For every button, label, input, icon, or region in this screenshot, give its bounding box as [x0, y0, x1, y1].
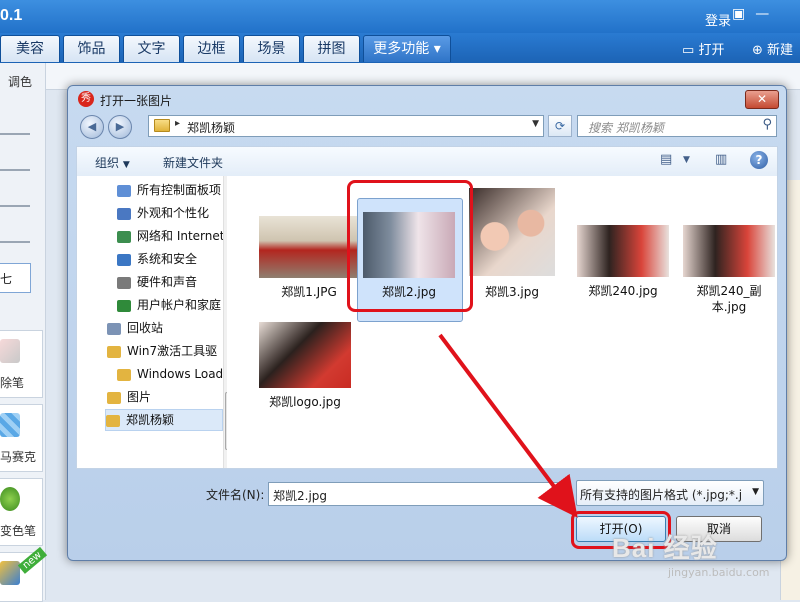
annotation-arrow: [438, 333, 578, 518]
watermark: Bai 经验: [612, 533, 718, 563]
watermark-url: jingyan.baidu.com: [668, 566, 770, 579]
